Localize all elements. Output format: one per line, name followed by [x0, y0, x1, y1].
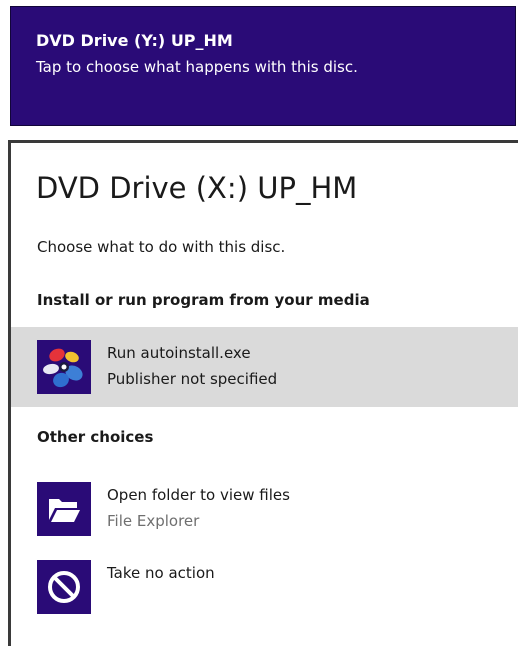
take-no-action-label: Take no action — [107, 564, 215, 582]
folder-open-icon — [37, 482, 91, 536]
autoplay-dialog: DVD Drive (X:) UP_HM Choose what to do w… — [8, 140, 518, 646]
toast-title: DVD Drive (Y:) UP_HM — [36, 31, 233, 50]
other-choices-heading: Other choices — [37, 428, 154, 446]
take-no-action-option[interactable]: Take no action — [11, 547, 518, 627]
install-section-heading: Install or run program from your media — [37, 291, 370, 309]
toast-message: Tap to choose what happens with this dis… — [36, 58, 358, 76]
run-autoinstall-label: Run autoinstall.exe — [107, 344, 251, 362]
autoplay-screen: DVD Drive (Y:) UP_HM Tap to choose what … — [0, 0, 518, 646]
open-folder-option[interactable]: Open folder to view files File Explorer — [11, 469, 518, 549]
open-folder-label: Open folder to view files — [107, 486, 290, 504]
autoinstall-app-icon — [37, 340, 91, 394]
no-action-icon — [37, 560, 91, 614]
open-folder-app-name: File Explorer — [107, 512, 200, 530]
run-autoinstall-publisher: Publisher not specified — [107, 370, 278, 388]
run-autoinstall-option[interactable]: Run autoinstall.exe Publisher not specif… — [11, 327, 518, 407]
autoplay-toast-notification[interactable]: DVD Drive (Y:) UP_HM Tap to choose what … — [10, 6, 516, 126]
dialog-subtitle: Choose what to do with this disc. — [37, 238, 286, 256]
dialog-title: DVD Drive (X:) UP_HM — [36, 171, 358, 205]
